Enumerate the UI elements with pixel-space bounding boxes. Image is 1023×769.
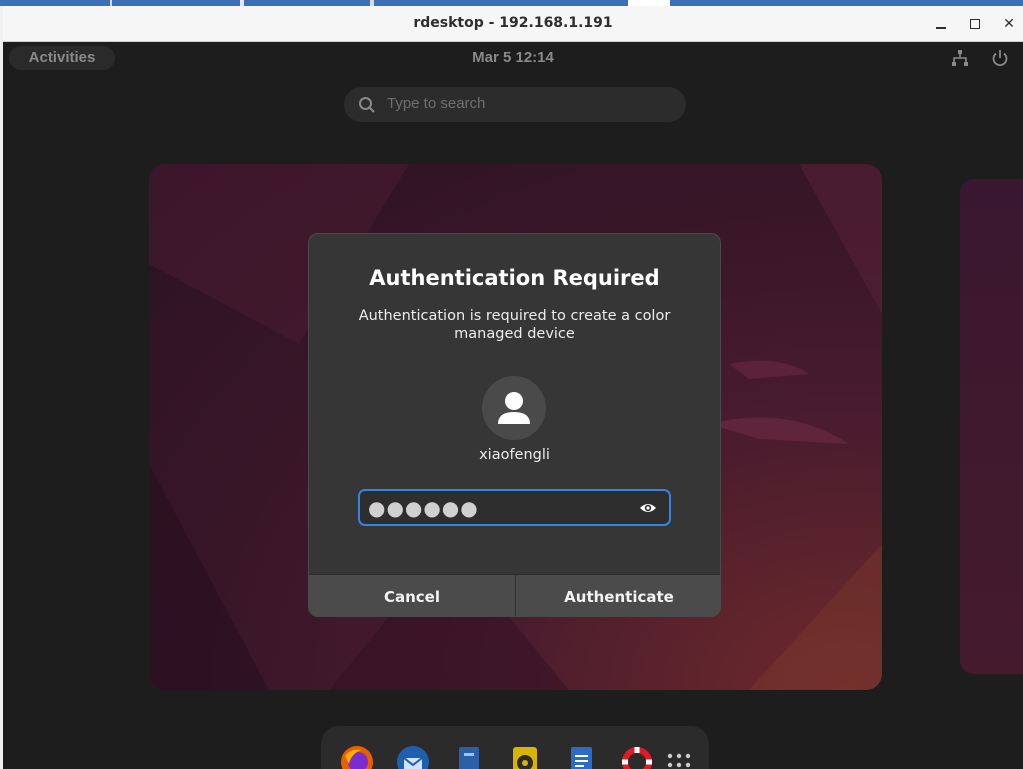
app-grid-icon[interactable] [661, 744, 697, 769]
eye-icon[interactable] [639, 499, 657, 517]
authenticate-button[interactable]: Authenticate [515, 575, 720, 616]
window-titlebar: rdesktop - 192.168.1.191 ✕ [3, 6, 1023, 42]
power-icon[interactable] [991, 49, 1009, 67]
dialog-message: Authentication is required to create a c… [358, 308, 671, 342]
thunderbird-icon[interactable] [395, 744, 431, 769]
password-field[interactable] [358, 489, 671, 526]
window-title: rdesktop - 192.168.1.191 [413, 15, 613, 31]
network-icon[interactable] [951, 49, 969, 67]
close-button[interactable]: ✕ [995, 10, 1023, 38]
cancel-button[interactable]: Cancel [309, 575, 515, 616]
next-workspace-thumbnail[interactable] [960, 179, 1023, 674]
username-label: xiaofengli [479, 447, 550, 463]
dialog-title: Authentication Required [369, 266, 660, 290]
firefox-icon[interactable] [339, 744, 375, 769]
user-avatar-icon [498, 392, 530, 424]
maximize-icon [970, 19, 980, 29]
close-icon: ✕ [1003, 16, 1015, 32]
minimize-button[interactable] [927, 10, 955, 38]
libreoffice-writer-icon[interactable] [563, 744, 599, 769]
help-icon[interactable] [619, 744, 655, 769]
clock[interactable]: Mar 5 12:14 [3, 49, 1023, 66]
dialog-button-row: Cancel Authenticate [309, 574, 720, 616]
avatar [482, 376, 546, 440]
files-icon[interactable] [451, 744, 487, 769]
dock [321, 726, 709, 769]
search-bar[interactable]: Type to search [344, 87, 686, 122]
minimize-icon [936, 27, 946, 29]
password-input[interactable] [368, 494, 630, 521]
search-icon [359, 97, 375, 113]
authentication-dialog: Authentication Required Authentication i… [308, 233, 721, 617]
rhythmbox-icon[interactable] [507, 744, 543, 769]
gnome-top-bar: Activities Mar 5 12:14 [3, 42, 1023, 74]
maximize-button[interactable] [961, 10, 989, 38]
search-placeholder: Type to search [387, 95, 486, 112]
remote-desktop-screen: Activities Mar 5 12:14 Type to search Au… [3, 42, 1023, 769]
